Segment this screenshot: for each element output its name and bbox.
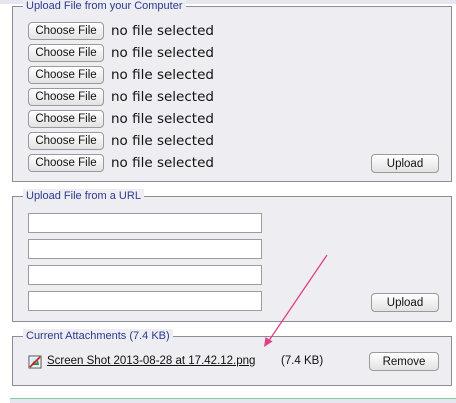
upload-file-button[interactable]: Upload: [371, 154, 439, 173]
choose-file-button[interactable]: Choose File: [28, 88, 104, 106]
attachment-link[interactable]: Screen Shot 2013-08-28 at 17.42.12.png: [47, 353, 255, 369]
upload-from-url-legend: Upload File from a URL: [23, 189, 144, 203]
choose-file-button[interactable]: Choose File: [28, 22, 104, 40]
file-status: no file selected: [111, 111, 214, 127]
current-attachments-legend: Current Attachments (7.4 KB): [23, 329, 173, 343]
upload-from-computer-panel: Upload File from your Computer Choose Fi…: [12, 0, 452, 182]
file-status: no file selected: [111, 23, 214, 39]
choose-file-button[interactable]: Choose File: [28, 44, 104, 62]
file-status: no file selected: [111, 67, 214, 83]
attachment-size: (7.4 KB): [281, 355, 324, 367]
file-status: no file selected: [111, 155, 214, 171]
url-input[interactable]: [28, 239, 262, 259]
upload-from-url-panel: Upload File from a URL Upload: [12, 189, 452, 322]
choose-file-button[interactable]: Choose File: [28, 154, 104, 172]
file-status: no file selected: [111, 89, 214, 105]
file-status: no file selected: [111, 133, 214, 149]
url-input[interactable]: [28, 265, 262, 285]
choose-file-button[interactable]: Choose File: [28, 66, 104, 84]
current-attachments-panel: Current Attachments (7.4 KB) Screen Shot…: [12, 329, 452, 386]
image-file-icon: [28, 355, 42, 369]
url-input[interactable]: [28, 291, 262, 311]
remove-attachment-button[interactable]: Remove: [369, 352, 439, 371]
upload-from-computer-legend: Upload File from your Computer: [23, 0, 186, 13]
file-status: no file selected: [111, 45, 214, 61]
url-input[interactable]: [28, 213, 262, 233]
upload-url-button[interactable]: Upload: [371, 293, 439, 312]
bottom-strip: [10, 398, 456, 403]
choose-file-button[interactable]: Choose File: [28, 132, 104, 150]
choose-file-button[interactable]: Choose File: [28, 110, 104, 128]
